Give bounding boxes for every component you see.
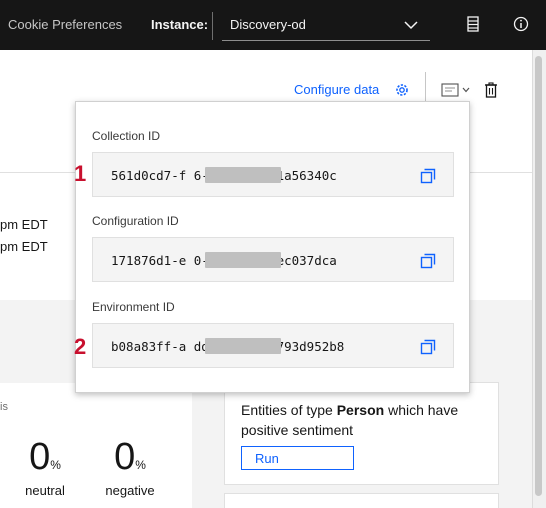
api-icon[interactable] [441,83,459,97]
entity-type-name: Person [336,402,385,418]
neutral-value: 0 [29,436,51,478]
document-icon[interactable] [466,16,480,32]
annotation-marker-2: 2 [74,334,87,359]
gear-icon[interactable] [394,82,410,98]
chevron-down-icon[interactable] [462,87,470,93]
negative-caption: negative [105,483,155,498]
configuration-id-label: Configuration ID [92,214,179,228]
environment-id-field[interactable]: b08a83ff-a dd-a02c-74f793d952b8 [92,323,454,368]
collection-id-field[interactable]: 561d0cd7-f 6-8f2f-49361a56340c [92,152,454,197]
neutral-caption: neutral [25,483,65,498]
collection-id-label: Collection ID [92,129,161,143]
negative-unit: % [135,458,146,472]
info-icon[interactable] [513,16,529,32]
negative-value: 0 [114,436,136,478]
neutral-unit: % [50,458,61,472]
annotation-marker-1: 1 [74,161,87,186]
instance-separator [212,12,213,40]
configuration-id-field[interactable]: 171876d1-e 0-a1f5-fe2aec037dca [92,237,454,282]
neutral-stat: 0% neutral [10,435,80,498]
timestamp-updated: pm EDT [0,239,48,254]
instance-select[interactable]: Discovery-od [222,8,430,41]
chevron-down-icon [404,21,418,30]
sentiment-card: is 0% neutral 0% negative [0,383,192,508]
entity-query-text-pre: Entities of type [241,402,337,418]
trash-icon[interactable] [484,82,498,98]
configure-data-link[interactable]: Configure data [294,82,379,97]
toolbar-separator [425,72,426,104]
redaction-block [205,338,281,354]
next-query-card [224,493,499,508]
negative-stat: 0% negative [95,435,165,498]
copy-icon[interactable] [420,253,436,269]
instance-label: Instance: [151,17,209,32]
entity-query-description: Entities of type Person which have posit… [241,400,481,440]
entity-query-card: Entities of type Person which have posit… [224,382,499,485]
top-bar: Cookie Preferences Instance: Discovery-o… [0,0,546,50]
scrollbar-thumb[interactable] [535,56,542,496]
copy-icon[interactable] [420,339,436,355]
redaction-block [205,252,281,268]
timestamp-created: pm EDT [0,217,48,232]
cookie-preferences-link[interactable]: Cookie Preferences [8,17,122,32]
environment-id-label: Environment ID [92,300,175,314]
copy-icon[interactable] [420,168,436,184]
sentiment-label: is [0,401,8,413]
run-button[interactable]: Run [241,446,354,470]
instance-select-value: Discovery-od [230,17,306,32]
configure-data-popover: Collection ID 561d0cd7-f 6-8f2f-49361a56… [75,101,470,393]
redaction-block [205,167,281,183]
